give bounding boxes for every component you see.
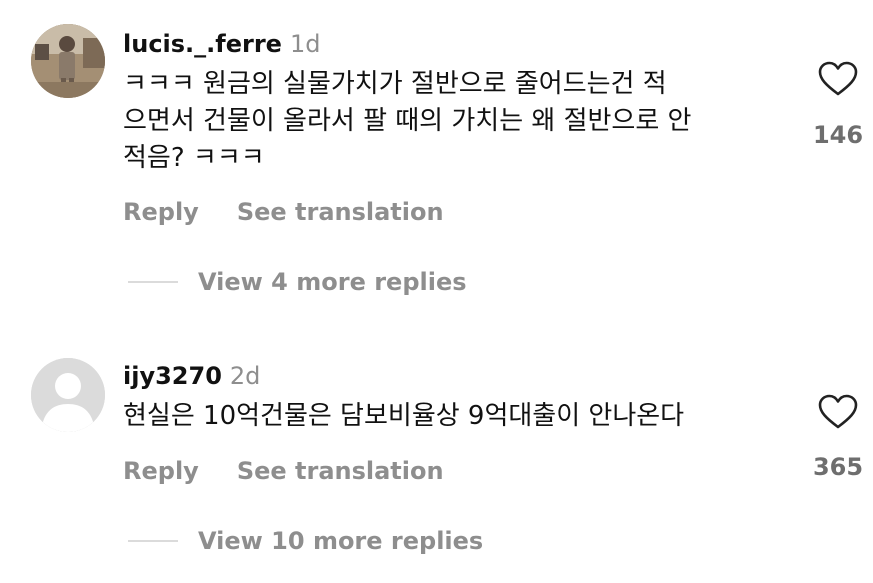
comment-text-line: 으면서 건물이 올라서 팔 때의 가치는 왜 절반으로 안 [123,106,692,136]
view-replies-label[interactable]: View 10 more replies [198,527,483,555]
avatar[interactable] [31,358,105,432]
comment-text: ㅋㅋㅋ 원금의 실물가치가 절반으로 줄어드는건 적 으면서 건물이 올라서 팔… [123,66,691,177]
username[interactable]: ijy3270 [123,362,222,390]
timestamp: 2d [229,362,261,390]
comment-header: lucis._.ferre 1d [123,30,320,58]
like-count: 146 [812,121,864,149]
comment-text-line: ㅋㅋㅋ 원금의 실물가치가 절반으로 줄어드는건 적 [123,69,667,99]
profile-photo [31,24,105,98]
timestamp: 1d [289,30,321,58]
comment-header: ijy3270 2d [123,362,260,390]
avatar[interactable] [31,24,105,98]
reply-button[interactable]: Reply [123,198,199,226]
comment-text: 현실은 10억건물은 담보비율상 9억대출이 안나온다 [123,398,684,435]
view-more-replies[interactable]: View 4 more replies [128,268,467,296]
comment-actions: Reply See translation [123,198,444,226]
see-translation-button[interactable]: See translation [237,198,444,226]
replies-divider [128,540,178,542]
view-more-replies[interactable]: View 10 more replies [128,527,483,555]
comment-actions: Reply See translation [123,457,444,485]
comment-text-line: 현실은 10억건물은 담보비율상 9억대출이 안나온다 [123,401,685,431]
view-replies-label[interactable]: View 4 more replies [198,268,467,296]
default-avatar-icon [31,358,105,432]
reply-button[interactable]: Reply [123,457,199,485]
heart-icon[interactable] [818,394,858,430]
like-count: 365 [812,453,864,481]
see-translation-button[interactable]: See translation [237,457,444,485]
username[interactable]: lucis._.ferre [123,30,282,58]
comment-text-line: 적음? ㅋㅋㅋ [123,143,265,173]
heart-icon[interactable] [818,61,858,97]
replies-divider [128,281,178,283]
